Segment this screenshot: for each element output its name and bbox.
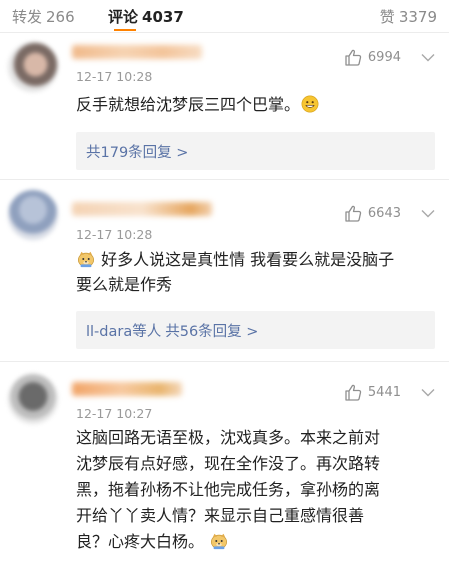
reply-count-link[interactable]: 共179条回复 >	[86, 141, 188, 162]
thumbs-up-icon	[345, 384, 362, 401]
like-count: 6643	[367, 206, 401, 221]
avatar[interactable]	[8, 374, 58, 424]
comment-text-line1: 好多人说这是真性情 我看要么就是没脑子	[101, 250, 395, 269]
divider	[0, 32, 449, 33]
like-button[interactable]: 6643	[344, 205, 401, 222]
grin-emoji-icon	[301, 95, 319, 113]
avatar[interactable]	[8, 190, 58, 240]
tab-repost[interactable]: 转发 266	[12, 6, 75, 27]
comment-time: 12-17 10:28	[76, 69, 153, 84]
comment-time: 12-17 10:27	[76, 406, 153, 421]
tab-comment[interactable]: 评论 4037	[108, 6, 184, 27]
comment-line: 沈梦辰有点好感，现在全作没了。再次路转	[76, 454, 381, 473]
comment-line: 这脑回路无语至极，沈戏真多。本来之前对	[76, 428, 381, 447]
tab-repost-label: 转发	[12, 8, 43, 26]
comment-line: 黑，拖着孙杨不让他完成任务，拿孙杨的离	[76, 480, 381, 499]
tab-like-label: 赞	[379, 8, 395, 26]
comment-time: 12-17 10:28	[76, 227, 153, 242]
thumbs-up-icon	[345, 205, 362, 222]
tab-comment-count: 4037	[142, 8, 184, 26]
like-button[interactable]: 5441	[344, 384, 401, 401]
like-count: 5441	[367, 385, 401, 400]
comment-tabbar: 转发 266 评论 4037 赞 3379	[0, 0, 449, 32]
chevron-down-icon[interactable]	[421, 209, 435, 218]
reply-count-link[interactable]: ll-dara等人 共56条回复 >	[86, 320, 258, 341]
doge-emoji-icon	[77, 251, 95, 268]
tab-like[interactable]: 赞 3379	[380, 6, 437, 27]
active-tab-indicator	[114, 29, 136, 31]
reply-summary[interactable]: ll-dara等人 共56条回复 >	[76, 311, 435, 349]
like-count: 6994	[367, 50, 401, 65]
like-button[interactable]: 6994	[344, 49, 401, 66]
comment-text-body: 反手就想给沈梦辰三四个巴掌。	[76, 95, 301, 114]
comment-text-line2: 要么就是作秀	[76, 275, 173, 294]
tab-like-count: 3379	[398, 8, 437, 26]
comment-line: 良？心疼大白杨。	[76, 529, 436, 555]
username-blurred[interactable]	[72, 202, 212, 216]
reply-count[interactable]: 共56条回复 >	[165, 324, 258, 340]
comment-line-last: 良？心疼大白杨。	[76, 532, 205, 551]
chevron-down-icon[interactable]	[421, 388, 435, 397]
chevron-down-icon[interactable]	[421, 53, 435, 62]
thumbs-up-icon	[345, 49, 362, 66]
doge-emoji-icon	[211, 533, 228, 550]
divider	[0, 179, 449, 180]
comment-line: 开给丫丫卖人情？来显示自己重感情很善	[76, 506, 365, 525]
tab-comment-label: 评论	[108, 8, 139, 26]
divider	[0, 361, 449, 362]
reply-summary[interactable]: 共179条回复 >	[76, 132, 435, 170]
username-blurred[interactable]	[72, 382, 182, 396]
avatar[interactable]	[8, 42, 58, 92]
comment-text: 好多人说这是真性情 我看要么就是没脑子 要么就是作秀	[76, 247, 436, 297]
reply-users[interactable]: ll-dara等人	[86, 324, 161, 340]
comment-text: 反手就想给沈梦辰三四个巴掌。	[76, 92, 436, 117]
username-blurred[interactable]	[72, 45, 202, 59]
comment-line: 好多人说这是真性情 我看要么就是没脑子	[76, 247, 436, 272]
comment-text: 这脑回路无语至极，沈戏真多。本来之前对 沈梦辰有点好感，现在全作没了。再次路转 …	[76, 425, 436, 555]
tab-repost-count: 266	[46, 8, 75, 26]
